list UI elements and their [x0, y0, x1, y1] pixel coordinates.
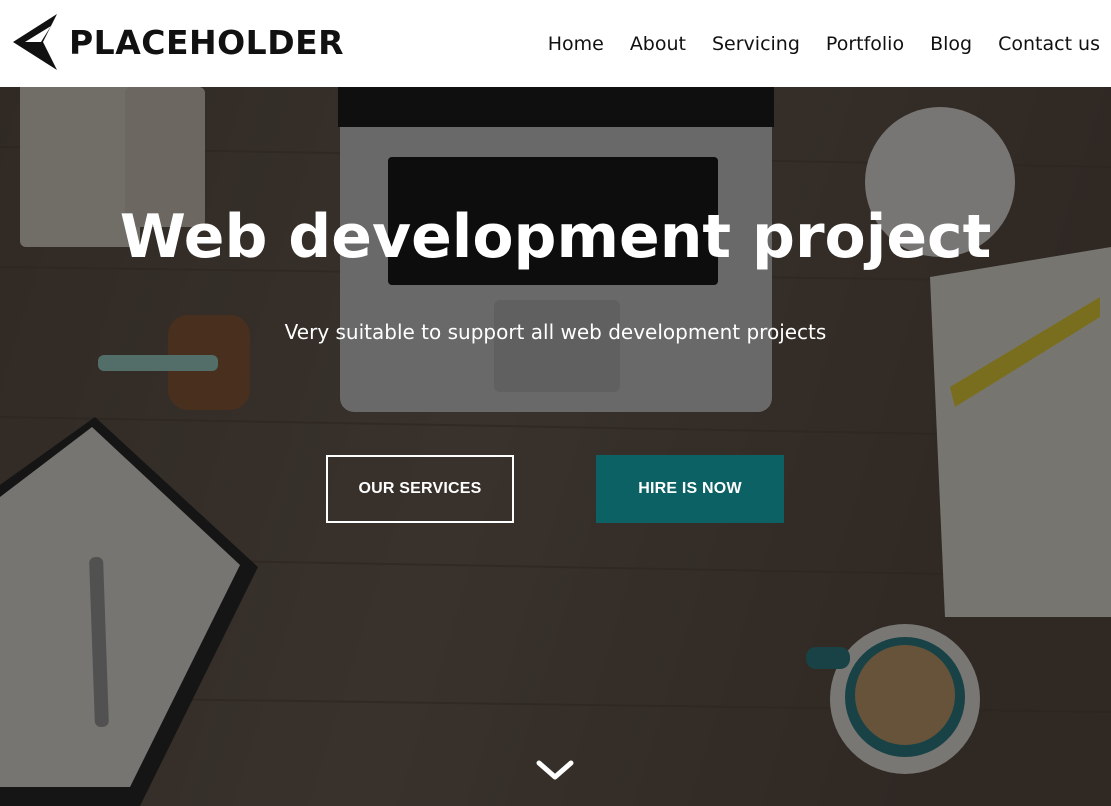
- nav-blog[interactable]: Blog: [930, 30, 972, 58]
- hero-section: Web development project Very suitable to…: [0, 87, 1111, 806]
- nav-contact[interactable]: Contact us: [998, 30, 1100, 58]
- nav-about[interactable]: About: [630, 30, 686, 58]
- arrowhead-logo-icon: [13, 14, 57, 70]
- chevron-down-icon[interactable]: [534, 755, 576, 785]
- hero-overlay: [0, 87, 1111, 806]
- nav-home[interactable]: Home: [548, 30, 604, 58]
- hero-title: Web development project: [119, 202, 992, 272]
- top-navbar: PLACEHOLDER Home About Servicing Portfol…: [0, 0, 1111, 87]
- hire-now-button[interactable]: HIRE IS NOW: [596, 455, 784, 523]
- main-nav: Home About Servicing Portfolio Blog Cont…: [522, 30, 1100, 58]
- our-services-button[interactable]: OUR SERVICES: [326, 455, 514, 523]
- logo[interactable]: PLACEHOLDER: [11, 12, 344, 72]
- hero-subtitle: Very suitable to support all web develop…: [284, 320, 827, 344]
- brand-name: PLACEHOLDER: [69, 22, 345, 62]
- nav-portfolio[interactable]: Portfolio: [826, 30, 904, 58]
- nav-servicing[interactable]: Servicing: [712, 30, 800, 58]
